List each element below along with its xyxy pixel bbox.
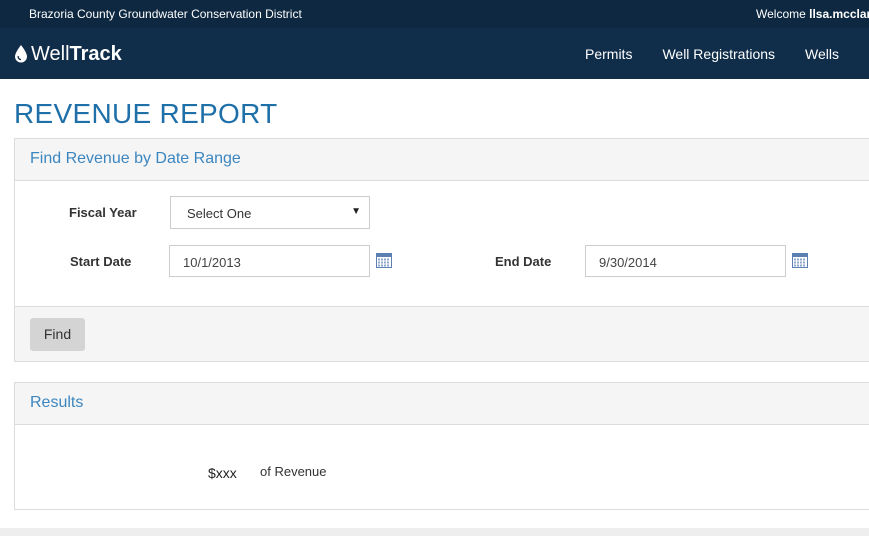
caret-down-icon: ▼	[351, 206, 361, 217]
username[interactable]: llsa.mcclart	[809, 7, 869, 21]
find-button[interactable]: Find	[30, 318, 85, 351]
start-date-value: 10/1/2013	[183, 255, 241, 270]
calendar-icon[interactable]	[376, 252, 392, 268]
results-panel-heading: Results	[15, 383, 869, 425]
welcome-prefix: Welcome	[756, 7, 810, 21]
results-panel: Results $xxx of Revenue	[14, 382, 869, 510]
nav-links: Permits Well Registrations Wells O	[585, 28, 869, 79]
fiscal-year-value: Select One	[187, 206, 252, 221]
nav-wells[interactable]: Wells	[805, 46, 839, 62]
calendar-icon[interactable]	[792, 252, 808, 268]
search-panel-footer: Find	[15, 306, 869, 361]
nav-well-registrations[interactable]: Well Registrations	[662, 46, 775, 62]
main-nav: WellTrack Permits Well Registrations Wel…	[0, 28, 869, 79]
brand-light: Well	[31, 42, 70, 65]
water-drop-icon	[15, 45, 27, 63]
welcome-message: Welcome llsa.mcclart	[756, 7, 869, 21]
search-panel: Find Revenue by Date Range Fiscal Year S…	[14, 138, 869, 362]
start-date-input[interactable]: 10/1/2013	[169, 245, 370, 277]
page-title: REVENUE REPORT	[14, 98, 278, 129]
search-panel-title: Find Revenue by Date Range	[30, 150, 241, 167]
end-date-input[interactable]: 9/30/2014	[585, 245, 786, 277]
revenue-amount: $xxx	[208, 465, 237, 481]
nav-permits[interactable]: Permits	[585, 46, 632, 62]
end-date-label: End Date	[495, 254, 552, 269]
top-bar: Brazoria County Groundwater Conservation…	[0, 0, 869, 28]
revenue-amount-label: of Revenue	[260, 464, 327, 479]
results-panel-title: Results	[30, 394, 84, 411]
org-name: Brazoria County Groundwater Conservation…	[29, 7, 302, 21]
fiscal-year-label: Fiscal Year	[69, 205, 137, 220]
brand-name: WellTrack	[31, 43, 122, 66]
search-panel-heading: Find Revenue by Date Range	[15, 139, 869, 181]
fiscal-year-select[interactable]: Select One ▼	[170, 196, 370, 229]
app-logo[interactable]: WellTrack	[14, 41, 122, 67]
end-date-value: 9/30/2014	[599, 255, 657, 270]
start-date-label: Start Date	[70, 254, 132, 269]
brand-bold: Track	[69, 42, 122, 65]
page-footer-strip	[0, 528, 869, 536]
